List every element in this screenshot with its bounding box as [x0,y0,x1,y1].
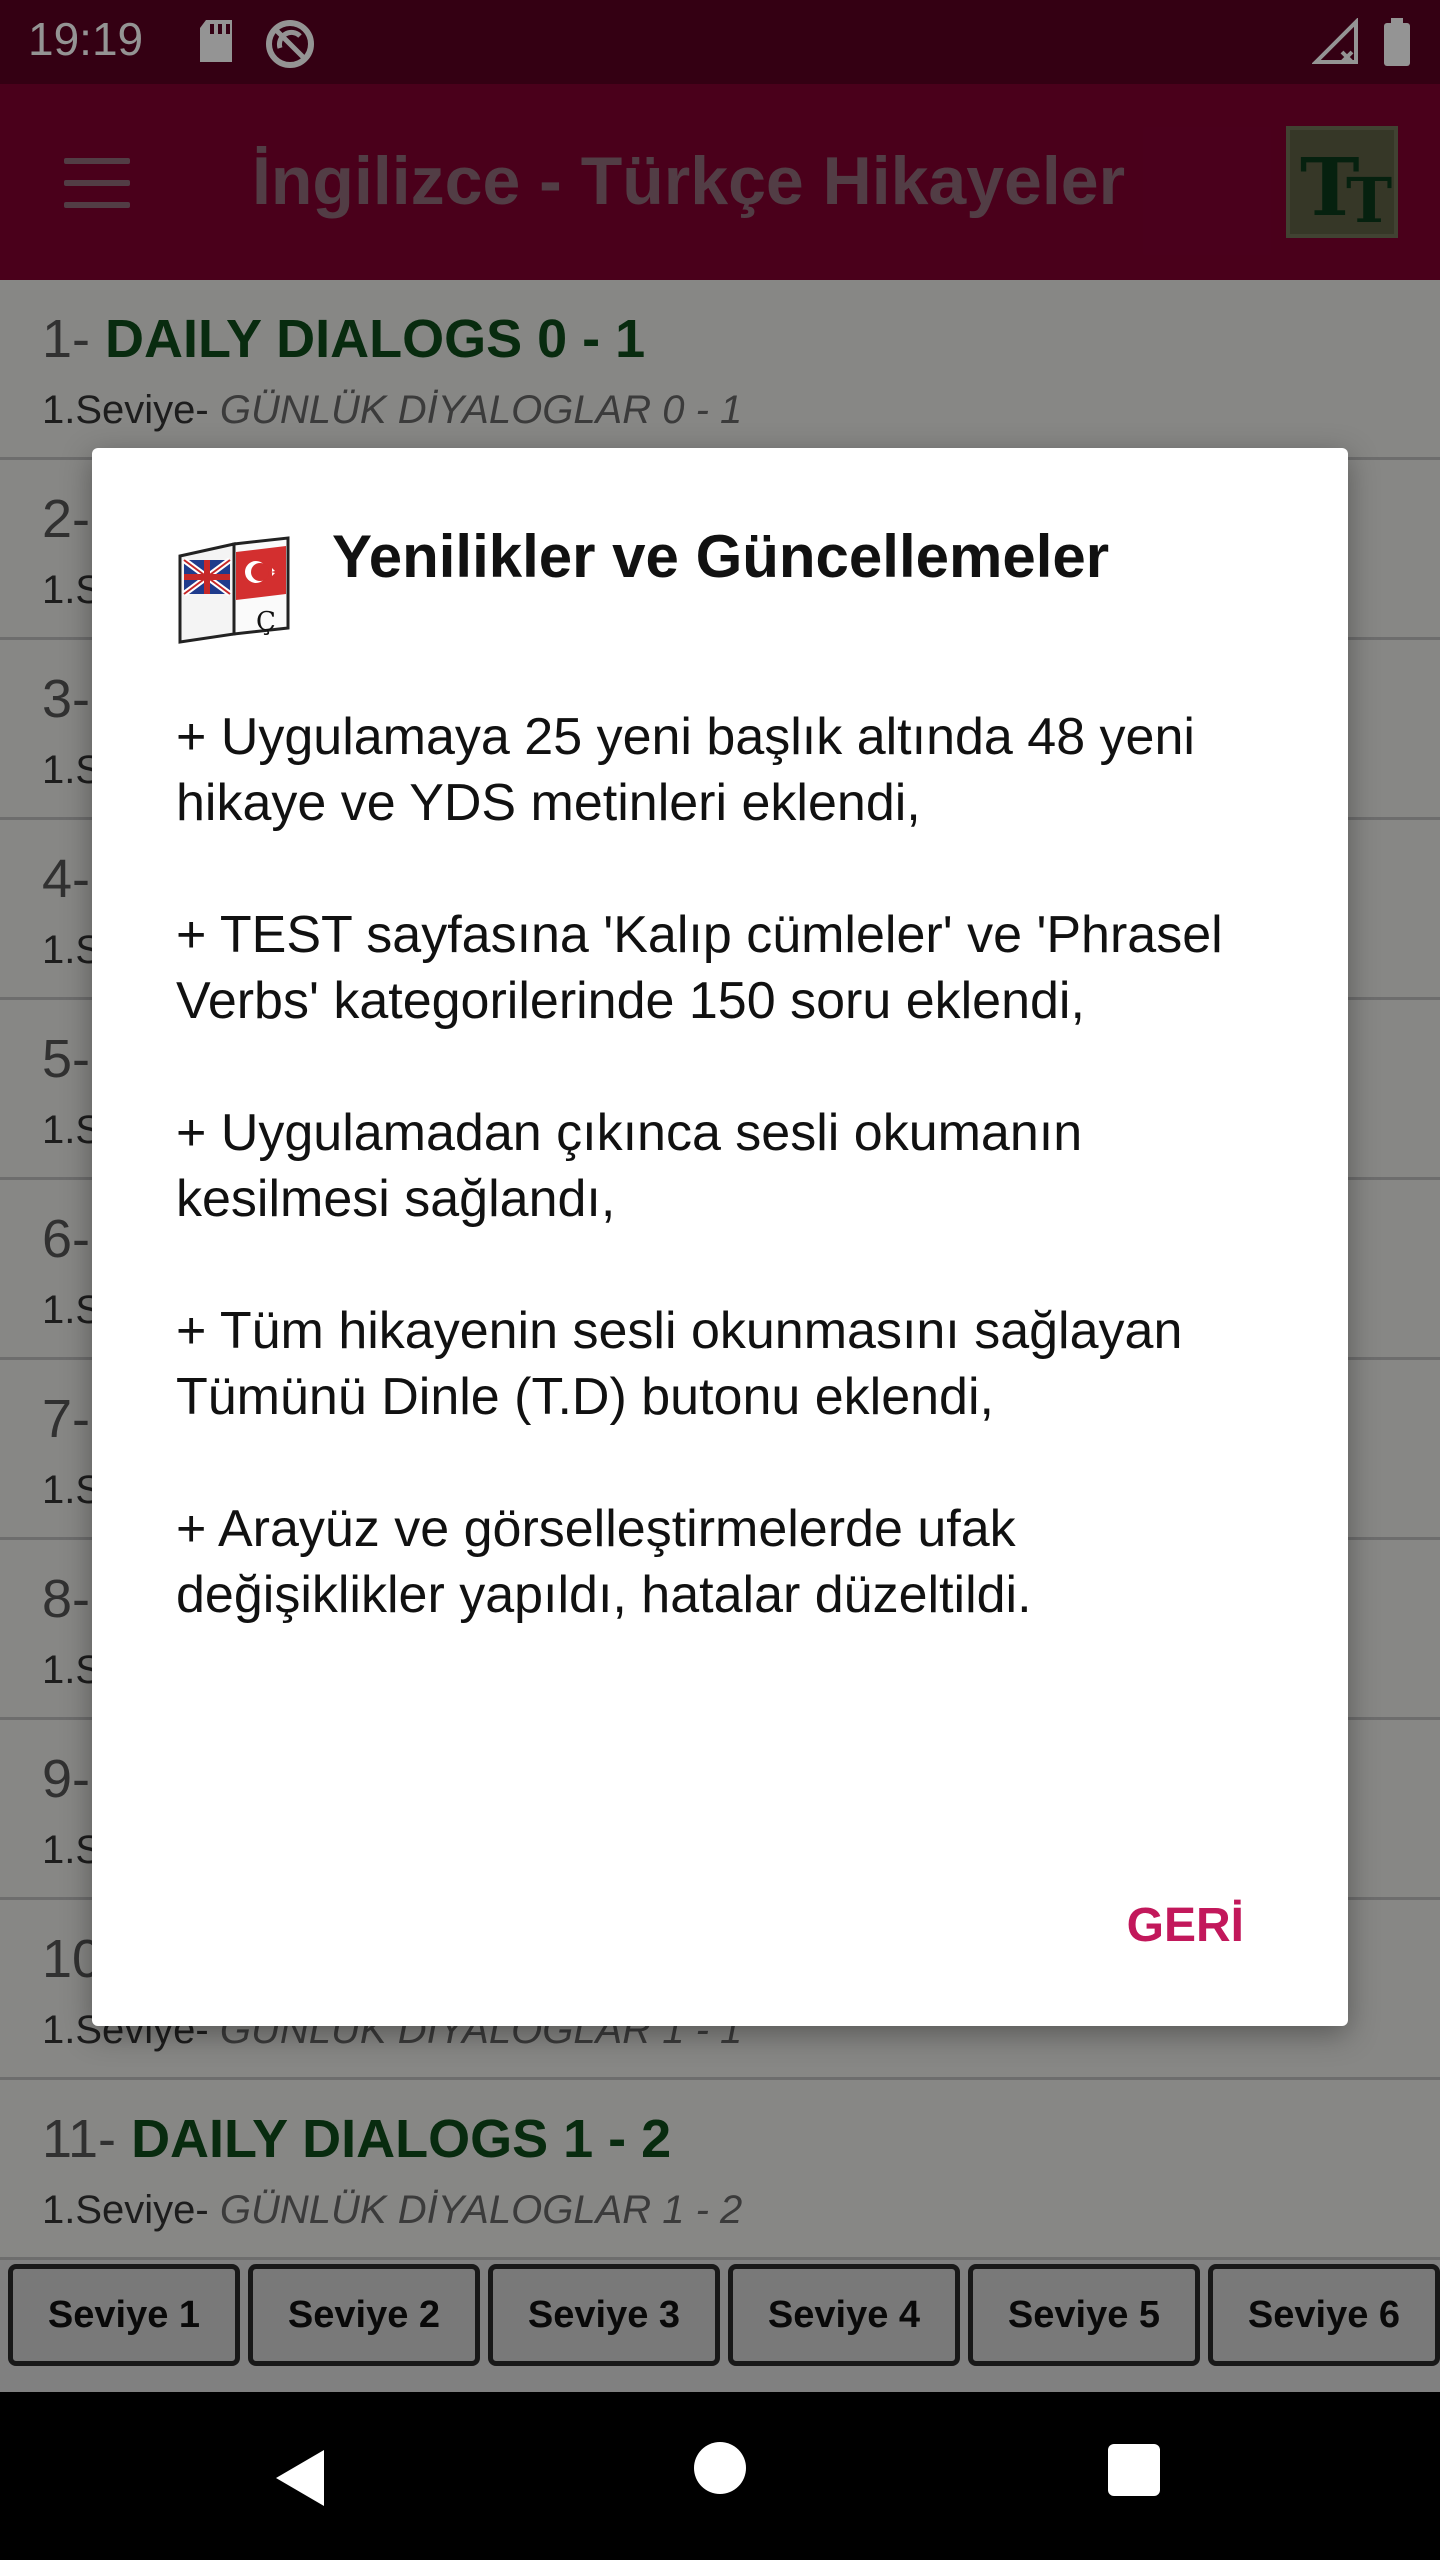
update-item: + TEST sayfasına 'Kalıp cümleler' ve 'Ph… [176,906,1223,1030]
updates-dialog: Ç Yenilikler ve Güncellemeler + Uygulama… [92,448,1348,2026]
update-item: + Arayüz ve görselleştirmelerde ufak değ… [176,1500,1032,1624]
navigation-bar [0,2392,1440,2560]
recents-nav-icon[interactable] [1108,2444,1160,2496]
update-item: + Uygulamadan çıkınca sesli okumanın kes… [176,1104,1083,1228]
update-item: + Tüm hikayenin sesli okunmasını sağlaya… [176,1302,1183,1426]
dialog-title: Yenilikler ve Güncellemeler [332,523,1110,590]
back-nav-icon[interactable] [272,2446,328,2515]
home-nav-icon[interactable] [694,2442,746,2494]
svg-text:Ç: Ç [256,607,276,637]
dialog-body: + Uygulamaya 25 yeni başlık altında 48 y… [176,704,1286,1694]
back-button[interactable]: GERİ [1127,1898,1244,1953]
update-item: + Uygulamaya 25 yeni başlık altında 48 y… [176,708,1195,832]
flags-book-icon: Ç [176,534,294,644]
